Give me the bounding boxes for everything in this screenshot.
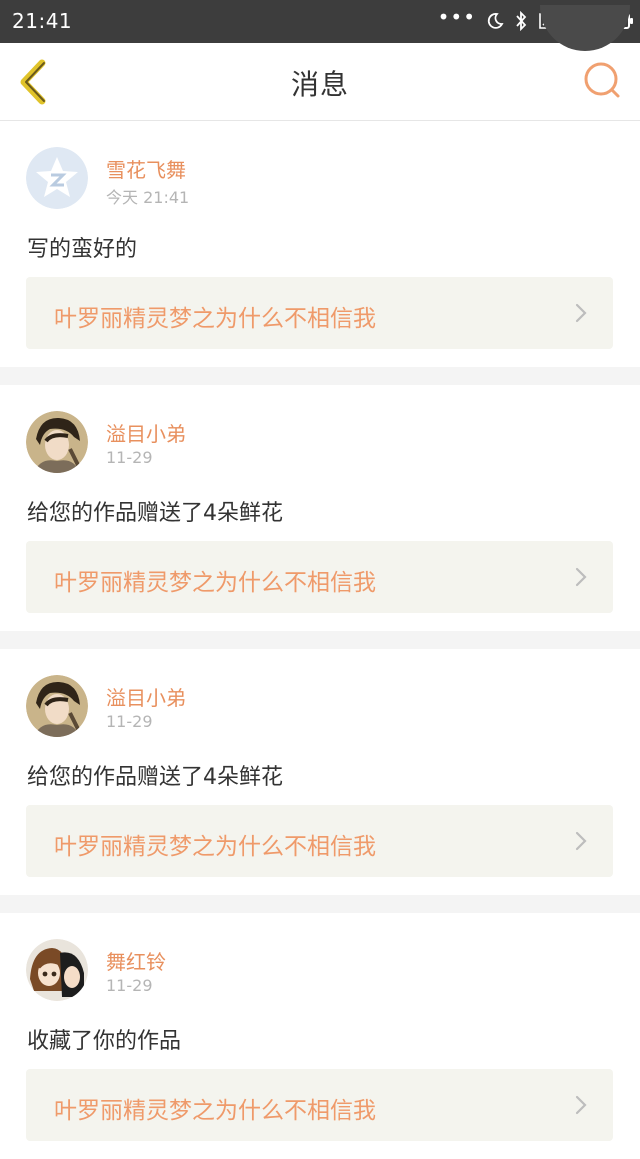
default-avatar-icon <box>26 147 88 209</box>
book-title: 叶罗丽精灵梦之为什么不相信我 <box>54 570 376 596</box>
chevron-right-icon <box>575 1095 587 1115</box>
message-time: 11-29 <box>106 448 153 467</box>
status-time: 21:41 <box>12 9 73 33</box>
moon-icon <box>487 13 504 29</box>
divider <box>0 895 640 913</box>
avatar[interactable] <box>26 675 88 737</box>
message-card: 舞红铃 11-29 收藏了你的作品 叶罗丽精灵梦之为什么不相信我 <box>0 913 640 1159</box>
nav-header: 消息 <box>0 43 640 121</box>
user-name[interactable]: 溢目小弟 <box>106 418 186 447</box>
chevron-right-icon <box>575 567 587 587</box>
user-name[interactable]: 溢目小弟 <box>106 682 186 711</box>
page-title: 消息 <box>290 68 349 101</box>
message-time: 11-29 <box>106 976 153 995</box>
status-bar: 21:41 ••• 65 <box>0 0 640 51</box>
divider <box>0 367 640 385</box>
message-time: 11-29 <box>106 712 153 731</box>
book-link[interactable]: 叶罗丽精灵梦之为什么不相信我 <box>26 541 613 613</box>
more-notifications-icon: ••• <box>437 5 476 29</box>
bluetooth-icon <box>516 11 527 31</box>
user-name[interactable]: 舞红铃 <box>106 946 166 975</box>
search-button[interactable] <box>578 55 628 107</box>
message-card: 溢目小弟 11-29 给您的作品赠送了4朵鲜花 叶罗丽精灵梦之为什么不相信我 <box>0 649 640 895</box>
user-avatar-icon <box>26 411 88 473</box>
divider <box>0 631 640 649</box>
book-title: 叶罗丽精灵梦之为什么不相信我 <box>54 834 376 860</box>
chevron-right-icon <box>575 831 587 851</box>
message-text: 给您的作品赠送了4朵鲜花 <box>27 765 283 790</box>
message-text: 给您的作品赠送了4朵鲜花 <box>27 501 283 526</box>
message-text: 收藏了你的作品 <box>27 1029 182 1054</box>
message-text: 写的蛮好的 <box>27 237 138 262</box>
message-card: 雪花飞舞 今天 21:41 写的蛮好的 叶罗丽精灵梦之为什么不相信我 <box>0 121 640 367</box>
avatar[interactable] <box>26 147 88 209</box>
search-icon <box>584 62 620 98</box>
book-title: 叶罗丽精灵梦之为什么不相信我 <box>54 1098 376 1124</box>
anime-avatar-icon <box>26 939 88 1001</box>
book-title: 叶罗丽精灵梦之为什么不相信我 <box>54 306 376 332</box>
message-card: 溢目小弟 11-29 给您的作品赠送了4朵鲜花 叶罗丽精灵梦之为什么不相信我 <box>0 385 640 631</box>
avatar[interactable] <box>26 411 88 473</box>
message-time: 今天 21:41 <box>106 188 190 207</box>
chevron-right-icon <box>575 303 587 323</box>
book-link[interactable]: 叶罗丽精灵梦之为什么不相信我 <box>26 805 613 877</box>
avatar[interactable] <box>26 939 88 1001</box>
message-list: 雪花飞舞 今天 21:41 写的蛮好的 叶罗丽精灵梦之为什么不相信我 溢目小弟 … <box>0 121 640 1159</box>
book-link[interactable]: 叶罗丽精灵梦之为什么不相信我 <box>26 1069 613 1141</box>
book-link[interactable]: 叶罗丽精灵梦之为什么不相信我 <box>26 277 613 349</box>
user-name[interactable]: 雪花飞舞 <box>106 154 186 183</box>
user-avatar-icon <box>26 675 88 737</box>
